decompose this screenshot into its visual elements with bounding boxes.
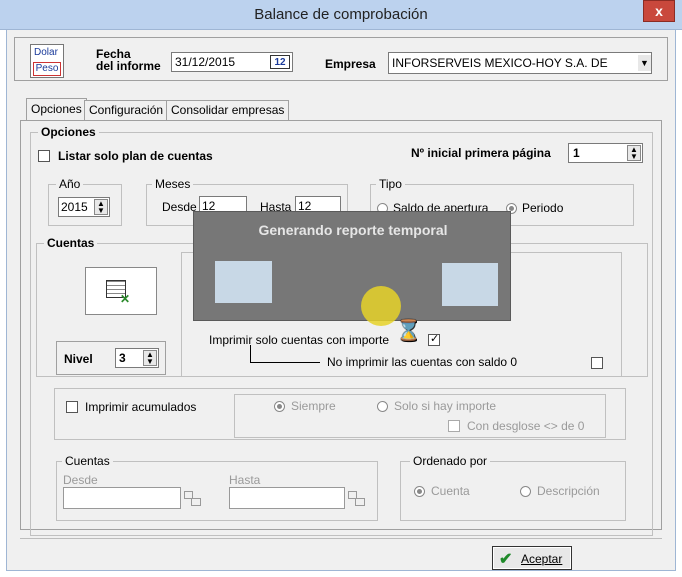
hasta-lookup-icon[interactable] — [348, 491, 366, 507]
currency-toggle-button[interactable]: Dolar Peso — [30, 44, 64, 78]
currency-dolar-label: Dolar — [34, 47, 58, 58]
meses-label: Meses — [152, 177, 194, 191]
opciones-title: Opciones — [38, 125, 99, 139]
cuentas-range-label: Cuentas — [62, 454, 113, 468]
nivel-value: 3 — [119, 351, 126, 365]
aceptar-button[interactable]: ✔ Aceptar — [492, 546, 572, 570]
chevron-down-icon[interactable]: ▼ — [638, 55, 651, 71]
listar-label: Listar solo plan de cuentas — [58, 149, 213, 163]
empresa-select[interactable]: INFORSERVEIS MEXICO-HOY S.A. DE ▼ — [388, 52, 652, 74]
cursor-highlight — [361, 286, 401, 326]
orden-cuenta-label: Cuenta — [431, 484, 470, 498]
orden-cuenta-radio[interactable] — [414, 486, 425, 497]
nro-inicial-label: Nº inicial primera página — [411, 146, 551, 160]
footer-divider — [20, 538, 662, 539]
desglose-checkbox[interactable] — [448, 420, 460, 432]
anio-value: 2015 — [61, 200, 88, 214]
desde-cuenta-input[interactable] — [63, 487, 181, 509]
acumulados-label: Imprimir acumulados — [85, 400, 197, 414]
anio-label: Año — [56, 177, 84, 191]
tab-opciones[interactable]: Opciones — [26, 98, 87, 120]
empresa-value: INFORSERVEIS MEXICO-HOY S.A. DE — [392, 56, 608, 70]
nivel-spinner-icon[interactable]: ▲ ▼ — [143, 350, 157, 366]
tab-consolidar[interactable]: Consolidar empresas — [166, 100, 290, 120]
aceptar-label: Aceptar — [521, 552, 563, 566]
solo-si-label: Solo si hay importe — [394, 399, 497, 413]
close-button[interactable]: x — [643, 0, 675, 22]
listar-checkbox[interactable] — [38, 150, 50, 162]
tree-connector — [250, 345, 256, 363]
desde-label: Desde — [63, 473, 98, 487]
checkmark-icon: ✔ — [499, 551, 513, 568]
progress-overlay: Generando reporte temporal — [193, 211, 511, 321]
nivel-label: Nivel — [64, 352, 93, 366]
imprimir-importe-label: Imprimir solo cuentas con importe — [209, 333, 390, 347]
title-bar: Balance de comprobación x — [0, 0, 682, 30]
overlay-title: Generando reporte temporal — [258, 222, 448, 238]
orden-descripcion-label: Descripción — [537, 484, 600, 498]
check-mark-icon: ✕ — [120, 292, 131, 306]
nivel-input[interactable]: 3 ▲ ▼ — [115, 348, 159, 368]
window-title: Balance de comprobación — [254, 6, 428, 23]
nro-inicial-value: 1 — [573, 146, 580, 160]
tipo-label: Tipo — [376, 177, 405, 191]
imprimir-importe-checkbox[interactable]: ✓ — [428, 333, 440, 346]
hasta-label: Hasta — [229, 473, 261, 487]
cuentas-select-button[interactable]: ✕ — [85, 267, 157, 315]
no-imprimir-saldo0-label: No imprimir las cuentas con saldo 0 — [327, 355, 518, 369]
tab-configuracion[interactable]: Configuración — [84, 100, 169, 120]
anio-spinner-icon[interactable]: ▲ ▼ — [94, 199, 108, 215]
acumulados-checkbox[interactable] — [66, 401, 78, 413]
orden-descripcion-radio[interactable] — [520, 486, 531, 497]
siempre-radio[interactable] — [274, 401, 285, 412]
desglose-label: Con desglose <> de 0 — [467, 419, 585, 433]
cuentas-title: Cuentas — [44, 236, 98, 250]
currency-peso-label: Peso — [33, 62, 61, 76]
fecha-value: 31/12/2015 — [175, 55, 236, 69]
calendar-icon[interactable]: 12 — [270, 55, 290, 69]
nro-inicial-input[interactable]: 1 ▲ ▼ — [568, 143, 643, 163]
fecha-input[interactable]: 31/12/2015 12 — [171, 52, 293, 72]
ordenado-label: Ordenado por — [410, 454, 491, 468]
desde-mes-label: Desde — [162, 200, 197, 214]
desde-lookup-icon[interactable] — [184, 491, 202, 507]
no-imprimir-saldo0-checkbox[interactable] — [591, 357, 603, 369]
hasta-cuenta-input[interactable] — [229, 487, 345, 509]
solo-si-radio[interactable] — [377, 401, 388, 412]
nro-spinner-icon[interactable]: ▲ ▼ — [627, 145, 641, 161]
overlay-left-block — [215, 261, 272, 303]
tree-connector-h — [256, 362, 320, 363]
empresa-label: Empresa — [325, 57, 376, 71]
anio-input[interactable]: 2015 ▲ ▼ — [58, 197, 110, 217]
hourglass-cursor-icon: ⌛ — [396, 320, 421, 342]
siempre-label: Siempre — [291, 399, 336, 413]
periodo-label: Periodo — [522, 201, 564, 215]
fecha-label-2: del informe — [96, 59, 161, 73]
overlay-right-block — [442, 263, 498, 306]
